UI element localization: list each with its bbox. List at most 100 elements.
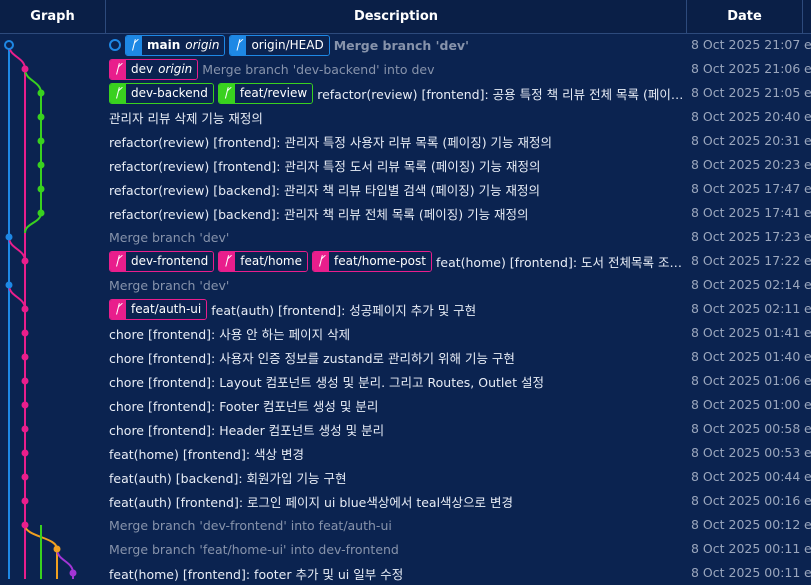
commit-message: Merge branch 'dev' — [333, 37, 469, 53]
branch-name: feat/review — [234, 83, 313, 103]
commit-message: refactor(review) [frontend]: 관리자 특정 사용자 … — [109, 134, 553, 150]
commit-author: e — [804, 229, 811, 244]
commit-row[interactable]: chore [frontend]: 사용자 인증 정보를 zustand로 관리… — [105, 345, 811, 369]
commit-row[interactable]: chore [frontend]: Footer 컴포넌트 생성 및 분리 8 O… — [105, 393, 811, 417]
graph-merge-curve — [8, 284, 26, 310]
commit-date: 8 Oct 2025 21:05 — [691, 85, 801, 100]
commit-date: 8 Oct 2025 02:11 — [691, 301, 801, 316]
branch-name: main — [142, 35, 186, 55]
commit-row[interactable]: Merge branch 'dev' 8 Oct 2025 17:23 e — [105, 225, 811, 249]
commit-row[interactable]: ᚴ dev-backend ᚴ feat/review refactor(review)… — [105, 81, 811, 105]
commit-row[interactable]: chore [frontend]: Header 컴포넌트 생성 및 분리 8 O… — [105, 417, 811, 441]
column-divider[interactable] — [802, 0, 803, 33]
commit-row[interactable]: feat(home) [frontend]: 색상 변경 8 Oct 2025 0… — [105, 441, 811, 465]
commit-node — [21, 377, 29, 385]
graph-merge-curve — [24, 68, 42, 94]
commit-description: chore [frontend]: 사용자 인증 정보를 zustand로 관리… — [109, 345, 684, 369]
head-commit-node-icon — [4, 40, 14, 50]
commit-author: e — [804, 133, 811, 148]
commit-message: Merge branch 'dev' — [109, 229, 230, 245]
branch-name: feat/auth-ui — [126, 299, 207, 319]
commit-message: feat(auth) [frontend]: 성공페이지 추가 및 구현 — [211, 302, 477, 318]
commit-date: 8 Oct 2025 21:06 — [691, 61, 801, 76]
commit-row[interactable]: Merge branch 'feat/home-ui' into dev-fro… — [105, 537, 811, 561]
branch-ref-badge[interactable]: ᚴ origin/HEAD — [229, 34, 330, 56]
commit-author: e — [804, 493, 811, 508]
commit-author: e — [804, 325, 811, 340]
branch-ref-badge[interactable]: ᚴ feat/home-post — [312, 250, 432, 272]
commit-description: Merge branch 'dev' — [109, 225, 684, 249]
commit-node — [21, 473, 29, 481]
branch-ref-badge[interactable]: ᚴ dev-backend — [109, 82, 214, 104]
commit-description: feat(home) [frontend]: footer 추가 및 ui 일부… — [109, 561, 684, 585]
graph-column-header[interactable]: Graph — [0, 0, 105, 33]
commit-author: e — [804, 373, 811, 388]
commit-row[interactable]: chore [frontend]: Layout 컴포넌트 생성 및 분리. 그… — [105, 369, 811, 393]
commit-node — [69, 569, 77, 577]
commit-date: 8 Oct 2025 21:07 — [691, 37, 801, 52]
commit-description: 관리자 리뷰 삭제 기능 재정의 — [109, 105, 684, 129]
branch-ref-badge[interactable]: ᚴ dev origin — [109, 58, 199, 80]
commit-description: refactor(review) [frontend]: 관리자 특정 도서 리… — [109, 153, 684, 177]
graph-merge-curve — [56, 548, 74, 574]
commit-row[interactable]: ᚴ dev origin Merge branch 'dev-backend' int… — [105, 57, 811, 81]
branch-name: origin/HEAD — [246, 35, 329, 55]
commit-row[interactable]: refactor(review) [backend]: 관리자 책 리뷰 타입별… — [105, 177, 811, 201]
branch-icon: ᚴ — [230, 35, 247, 55]
commit-row[interactable]: feat(auth) [backend]: 회원가입 기능 구현 8 Oct 20… — [105, 465, 811, 489]
commit-date: 8 Oct 2025 17:22 — [691, 253, 801, 268]
commit-row[interactable]: ᚴ feat/auth-ui feat(auth) [frontend]: 성공페이… — [105, 297, 811, 321]
branch-name: dev-backend — [126, 83, 213, 103]
commit-author: e — [804, 61, 811, 76]
branch-icon: ᚴ — [126, 35, 142, 55]
commit-node — [21, 425, 29, 433]
commit-date: 8 Oct 2025 02:14 — [691, 277, 801, 292]
branch-name: dev — [126, 59, 159, 79]
commit-date: 8 Oct 2025 00:53 — [691, 445, 801, 460]
commit-row[interactable]: chore [frontend]: 사용 안 하는 페이지 삭제 8 Oct 20… — [105, 321, 811, 345]
commit-author: e — [804, 109, 811, 124]
commit-author: e — [804, 541, 811, 556]
commit-date: 8 Oct 2025 01:00 — [691, 397, 801, 412]
commit-row[interactable]: feat(auth) [frontend]: 로그인 페이지 ui blue색상… — [105, 489, 811, 513]
commit-row[interactable]: Merge branch 'dev' 8 Oct 2025 02:14 e — [105, 273, 811, 297]
branch-ref-badge[interactable]: ᚴ dev-frontend — [109, 250, 215, 272]
commit-message: Merge branch 'dev-frontend' into feat/au… — [109, 517, 392, 533]
commit-row[interactable]: 관리자 리뷰 삭제 기능 재정의 8 Oct 2025 20:40 e — [105, 105, 811, 129]
branch-ref-badge[interactable]: ᚴ feat/home — [218, 250, 308, 272]
commit-row[interactable]: refactor(review) [frontend]: 관리자 특정 사용자 … — [105, 129, 811, 153]
commit-author: e — [804, 445, 811, 460]
commit-node — [37, 89, 45, 97]
commit-node — [21, 521, 29, 529]
description-column-header[interactable]: Description — [106, 0, 686, 33]
commit-message: feat(auth) [frontend]: 로그인 페이지 ui blue색상… — [109, 494, 514, 510]
commit-row[interactable]: feat(home) [frontend]: footer 추가 및 ui 일부… — [105, 561, 811, 585]
commit-message: chore [frontend]: Header 컴포넌트 생성 및 분리 — [109, 422, 385, 438]
graph-merge-curve — [8, 236, 26, 262]
branch-ref-badge[interactable]: ᚴ feat/auth-ui — [109, 298, 208, 320]
branch-ref-badge[interactable]: ᚴ feat/review — [217, 82, 314, 104]
commit-node — [37, 137, 45, 145]
commit-node — [21, 257, 29, 265]
commit-date: 8 Oct 2025 20:31 — [691, 133, 801, 148]
commit-date: 8 Oct 2025 17:47 — [691, 181, 801, 196]
commit-node — [5, 281, 13, 289]
commit-message: chore [frontend]: Layout 컴포넌트 생성 및 분리. 그… — [109, 374, 544, 390]
branch-icon: ᚴ — [219, 251, 236, 271]
commit-description: chore [frontend]: Footer 컴포넌트 생성 및 분리 — [109, 393, 684, 417]
commit-date: 8 Oct 2025 00:12 — [691, 517, 801, 532]
commit-author: e — [804, 565, 811, 580]
commit-row[interactable]: ᚴ main origin ᚴ origin/HEAD Merge branch 'dev… — [105, 33, 811, 57]
commit-date: 8 Oct 2025 00:11 — [691, 565, 801, 580]
branch-ref-badge[interactable]: ᚴ main origin — [125, 34, 226, 56]
commit-row[interactable]: refactor(review) [backend]: 관리자 책 리뷰 전체 … — [105, 201, 811, 225]
commit-author: e — [804, 181, 811, 196]
date-column-header[interactable]: Date — [687, 0, 802, 33]
commit-row[interactable]: refactor(review) [frontend]: 관리자 특정 도서 리… — [105, 153, 811, 177]
commit-row[interactable]: ᚴ dev-frontend ᚴ feat/home ᚴ feat/home-post fe… — [105, 249, 811, 273]
commit-graph — [4, 40, 77, 579]
commit-row[interactable]: Merge branch 'dev-frontend' into feat/au… — [105, 513, 811, 537]
commit-author: e — [804, 517, 811, 532]
graph-merge-curve — [24, 212, 42, 234]
commit-date: 8 Oct 2025 20:23 — [691, 157, 801, 172]
